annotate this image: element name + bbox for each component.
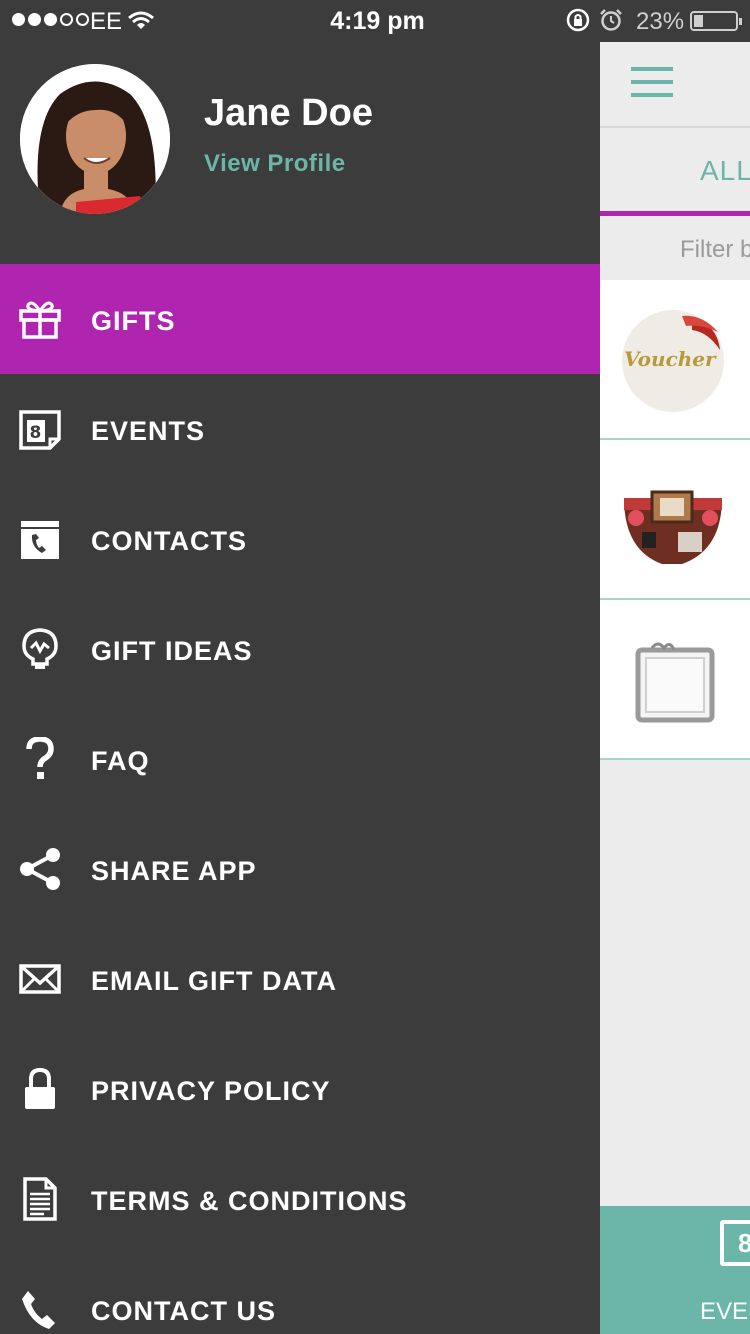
menu-label-contacts: CONTACTS	[91, 526, 247, 556]
menu-label-privacy-policy: PRIVACY POLICY	[91, 1076, 331, 1106]
gift-list-item[interactable]: Voucher	[600, 280, 750, 440]
drawer-menu: GIFTS 8 EVENTS CONTACTS GIFT IDEAS FAQ S…	[0, 264, 600, 1334]
menu-label-gifts: GIFTS	[91, 306, 176, 336]
menu-label-contact-us: CONTACT US	[91, 1296, 276, 1326]
gift-icon	[18, 297, 62, 341]
menu-item-terms-conditions[interactable]: TERMS & CONDITIONS	[0, 1144, 600, 1254]
svg-text:8: 8	[30, 423, 42, 443]
menu-label-email-gift-data: EMAIL GIFT DATA	[91, 966, 337, 996]
phone-icon	[18, 1287, 62, 1331]
avatar[interactable]	[20, 64, 170, 214]
menu-item-contact-us[interactable]: CONTACT US	[0, 1254, 600, 1334]
contacts-icon	[18, 517, 62, 561]
events-tab-day: 8	[738, 1228, 750, 1258]
question-icon	[18, 737, 62, 781]
alarm-icon	[600, 8, 622, 39]
menu-item-email-gift-data[interactable]: EMAIL GIFT DATA	[0, 924, 600, 1034]
menu-item-share-app[interactable]: SHARE APP	[0, 814, 600, 924]
events-tab-label[interactable]: EVEN	[700, 1298, 750, 1326]
background-header	[600, 42, 750, 128]
calendar-icon: 8	[18, 407, 62, 451]
lightbulb-icon	[18, 627, 62, 671]
gift-voucher-image: Voucher	[622, 310, 724, 412]
envelope-icon	[18, 957, 62, 1001]
hamburger-menu-icon[interactable]	[631, 67, 673, 97]
background-tabs: ALL	[600, 130, 750, 216]
menu-item-faq[interactable]: FAQ	[0, 704, 600, 814]
document-icon	[18, 1177, 62, 1221]
menu-label-gift-ideas: GIFT IDEAS	[91, 636, 253, 666]
menu-label-faq: FAQ	[91, 746, 150, 776]
gift-list-item[interactable]	[600, 440, 750, 600]
svg-text:Voucher: Voucher	[624, 347, 717, 371]
menu-label-terms-conditions: TERMS & CONDITIONS	[91, 1186, 408, 1216]
menu-item-privacy-policy[interactable]: PRIVACY POLICY	[0, 1034, 600, 1144]
menu-item-gifts[interactable]: GIFTS	[0, 264, 600, 374]
bottom-tab-bar: 8 EVEN	[600, 1206, 750, 1334]
lock-icon	[18, 1067, 62, 1111]
battery-percentage: 23%	[636, 8, 685, 35]
user-name: Jane Doe	[204, 92, 373, 134]
tab-all[interactable]: ALL	[700, 155, 750, 187]
view-profile-link[interactable]: View Profile	[204, 150, 346, 178]
profile-header: Jane Doe View Profile	[0, 42, 600, 264]
filter-input[interactable]: Filter b	[680, 236, 750, 264]
background-screen: ALL Filter b Voucher 8 EVE	[600, 0, 750, 1334]
gift-hamper-image	[622, 470, 724, 572]
battery-icon	[690, 11, 742, 31]
navigation-drawer: Jane Doe View Profile GIFTS 8 EVENTS CON…	[0, 0, 600, 1334]
filter-bar[interactable]: Filter b	[600, 216, 750, 280]
share-icon	[18, 847, 62, 891]
rotation-lock-icon	[566, 8, 590, 39]
menu-label-share-app: SHARE APP	[91, 856, 257, 886]
status-bar: EE 4:19 pm 23%	[0, 0, 750, 42]
menu-item-contacts[interactable]: CONTACTS	[0, 484, 600, 594]
events-tab-icon[interactable]: 8	[720, 1220, 750, 1266]
menu-item-events[interactable]: 8 EVENTS	[0, 374, 600, 484]
menu-item-gift-ideas[interactable]: GIFT IDEAS	[0, 594, 600, 704]
gift-frame-image	[622, 630, 724, 732]
gift-list-item[interactable]	[600, 600, 750, 760]
menu-label-events: EVENTS	[91, 416, 206, 446]
